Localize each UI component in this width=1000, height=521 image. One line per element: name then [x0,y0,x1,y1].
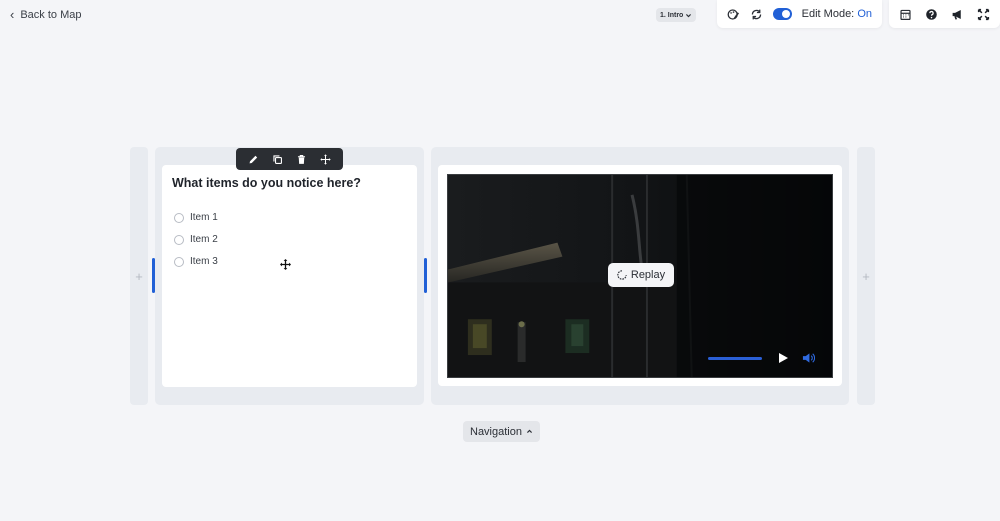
middle-resize-handle[interactable] [424,258,427,293]
pencil-icon[interactable] [248,154,259,165]
chevron-left-icon: ‹ [10,7,15,22]
video-block[interactable]: Replay [438,165,842,386]
chevron-up-icon [526,429,532,433]
edit-mode-value: On [857,8,872,20]
chevron-down-icon [686,13,692,17]
plus-icon: + [135,268,143,284]
refresh-icon[interactable] [750,7,763,21]
radio-button[interactable] [174,212,184,223]
block-toolbar [236,148,343,170]
video-player[interactable]: Replay [447,174,833,378]
option-label: Item 1 [190,212,218,223]
calendar-icon[interactable] [899,7,912,21]
back-to-map-link[interactable]: ‹ Back to Map [10,8,81,21]
left-resize-handle[interactable] [152,258,155,293]
radio-button[interactable] [174,234,184,245]
fullscreen-icon[interactable] [977,7,990,21]
radio-button[interactable] [174,256,184,267]
megaphone-icon[interactable] [951,7,964,21]
question-block[interactable]: What items do you notice here? Item 1 It… [162,165,417,387]
question-title: What items do you notice here? [172,176,361,190]
add-column-left-button[interactable]: + [130,147,148,405]
volume-icon[interactable] [802,352,815,364]
app-tools-group [889,0,1000,28]
edit-mode-label: Edit Mode: [801,8,855,20]
edit-tools-group: Edit Mode: On [717,0,882,28]
edit-mode-status: Edit Mode: On [802,8,872,20]
video-progress-bar[interactable] [708,357,762,360]
move-cursor-icon [280,259,291,270]
plus-icon: + [862,268,870,284]
add-column-right-button[interactable]: + [857,147,875,405]
page-selector-label: 1. Intro [660,11,684,19]
page-selector[interactable]: 1. Intro [656,8,697,22]
edit-mode-toggle[interactable] [773,8,792,20]
duplicate-icon[interactable] [272,154,283,165]
palette-icon[interactable] [727,7,740,21]
play-icon[interactable] [777,352,789,364]
trash-icon[interactable] [296,154,307,165]
navigation-label: Navigation [470,425,522,438]
back-to-map-label: Back to Map [20,8,82,21]
navigation-button[interactable]: Navigation [463,421,540,442]
option-item-2[interactable]: Item 2 [174,234,218,245]
option-label: Item 2 [190,234,218,245]
replay-button[interactable]: Replay [608,263,674,287]
option-item-3[interactable]: Item 3 [174,256,218,267]
option-item-1[interactable]: Item 1 [174,212,218,223]
loading-icon [617,270,627,280]
move-icon[interactable] [320,153,331,165]
help-icon[interactable] [925,7,938,21]
replay-label: Replay [630,269,666,281]
option-label: Item 3 [190,256,218,267]
